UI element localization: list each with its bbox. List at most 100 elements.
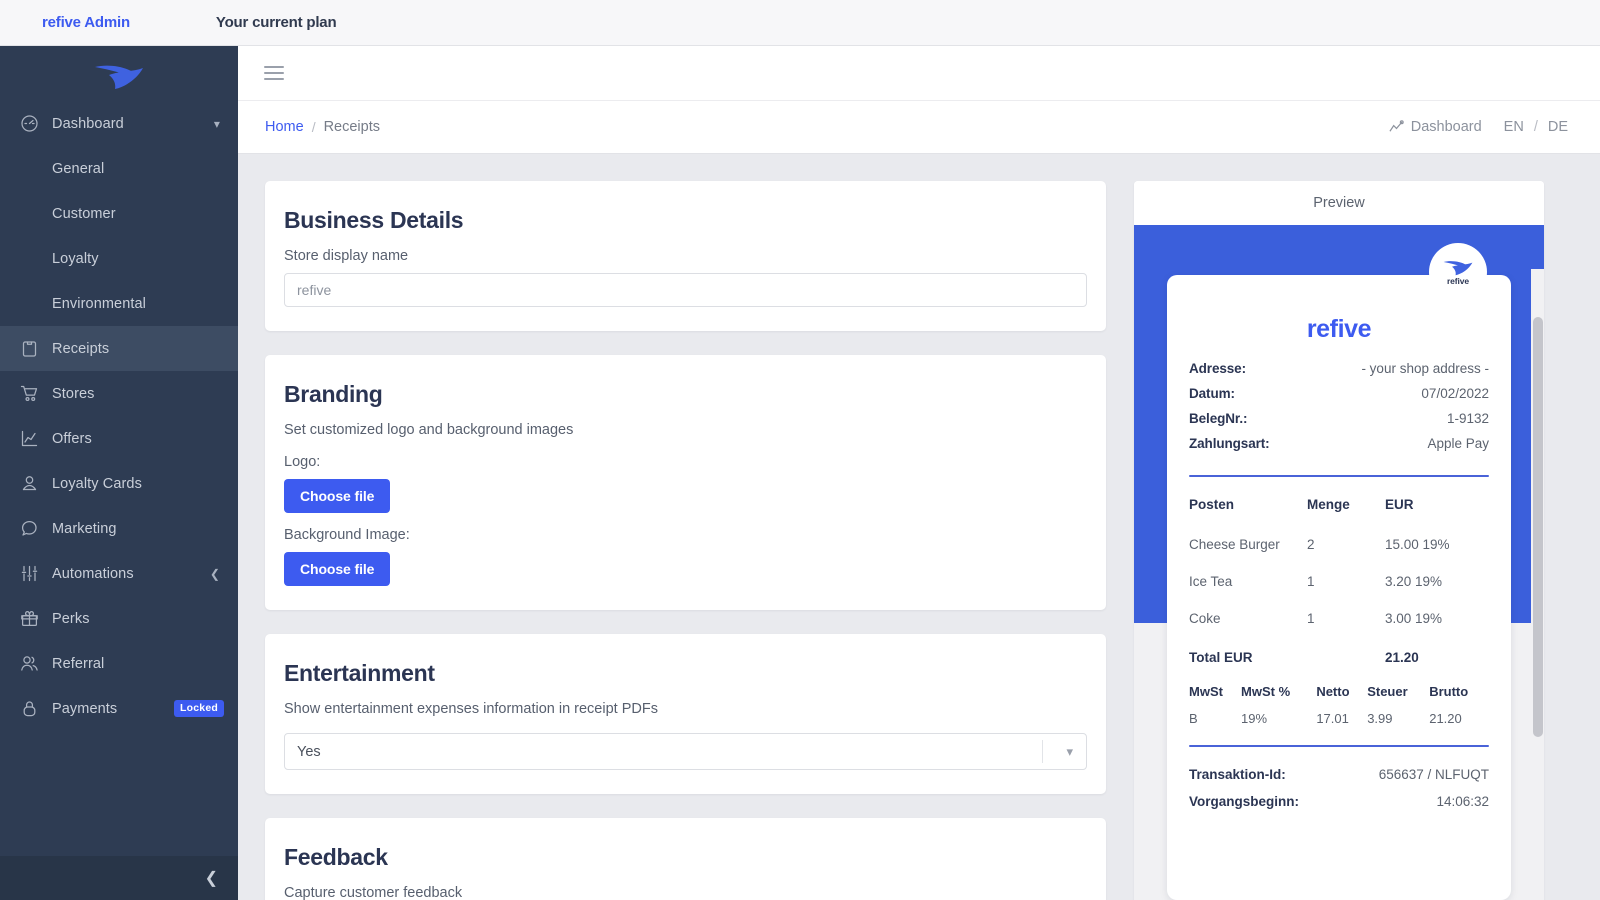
entertainment-subtitle: Show entertainment expenses information … <box>284 701 658 717</box>
sidebar-item-marketing[interactable]: Marketing <box>0 506 238 551</box>
top-bar: refive Admin Your current plan <box>0 0 1600 46</box>
receipt-footer-row: Vorgangsbeginn: 14:06:32 <box>1189 788 1489 815</box>
receipt-item-row: Cheese Burger 2 15.00 19% <box>1189 528 1489 565</box>
users-icon <box>17 652 41 676</box>
content-area: Business Details Store display name Bran… <box>238 155 1600 900</box>
sidebar-item-loyalty-cards[interactable]: Loyalty Cards <box>0 461 238 506</box>
receipt-total-row: Total EUR 21.20 <box>1189 639 1489 678</box>
refive-bird-logo-icon <box>1443 260 1473 275</box>
receipt-meta-row: Datum: 07/02/2022 <box>1189 381 1489 406</box>
background-choose-file-button[interactable]: Choose file <box>284 552 391 586</box>
receipt-items-body: Cheese Burger 2 15.00 19% Ice Tea 1 3.20 19% C… <box>1189 528 1489 678</box>
receipt-item-name: Ice Tea <box>1189 574 1233 589</box>
sidebar-item-label: Dashboard <box>52 115 124 132</box>
entertainment-title: Entertainment <box>284 660 435 686</box>
logo-choose-file-button[interactable]: Choose file <box>284 479 391 513</box>
sidebar-item-receipts[interactable]: Receipts <box>0 326 238 371</box>
header-bar <box>238 46 1600 101</box>
current-plan-label[interactable]: Your current plan <box>216 14 337 31</box>
receipt-item-name: Coke <box>1189 611 1221 626</box>
lock-icon <box>17 697 41 721</box>
background-image-label: Background Image: <box>284 527 410 543</box>
receipt-footer-value: 14:06:32 <box>1436 794 1489 809</box>
business-details-title: Business Details <box>284 207 464 233</box>
receipt-meta-row: BelegNr.: 1-9132 <box>1189 406 1489 431</box>
chevron-left-icon: ❮ <box>204 870 218 887</box>
sidebar-nav: Dashboard ▾ General Customer Loyalty Environm… <box>0 101 238 731</box>
sidebar-item-stores[interactable]: Stores <box>0 371 238 416</box>
card-business-details: Business Details Store display name <box>265 181 1106 331</box>
branding-subtitle: Set customized logo and background image… <box>284 422 574 438</box>
card-feedback: Feedback Capture customer feedback <box>265 818 1106 900</box>
lang-en-link[interactable]: EN <box>1504 119 1524 135</box>
sidebar-item-payments[interactable]: Payments Locked <box>0 686 238 731</box>
hamburger-icon[interactable] <box>264 62 290 84</box>
card-entertainment: Entertainment Show entertainment expense… <box>265 634 1106 794</box>
sidebar-item-customer[interactable]: Customer <box>0 191 238 236</box>
status-badge: Locked <box>174 700 224 717</box>
chevron-left-icon[interactable]: ❮ <box>210 568 220 580</box>
clipboard-icon <box>17 337 41 361</box>
gift-icon <box>17 607 41 631</box>
sidebar: Dashboard ▾ General Customer Loyalty Environm… <box>0 46 238 900</box>
entertainment-select-wrap: Yes ▾ <box>284 733 1087 770</box>
receipt-meta-value: 1-9132 <box>1446 411 1489 426</box>
receipt-items-header-cell: Menge <box>1307 497 1350 512</box>
receipt-item-amount: 15.00 19% <box>1385 537 1450 552</box>
settings-column: Business Details Store display name Bran… <box>265 181 1106 900</box>
receipt-items-table: Posten Menge EUR Cheese Burger 2 15.00 19% Ic… <box>1189 491 1489 678</box>
preview-scrollbar-track[interactable] <box>1531 269 1544 900</box>
chart-line-icon <box>17 427 41 451</box>
lang-de-link[interactable]: DE <box>1548 119 1568 135</box>
receipt-total-label: Total EUR <box>1189 650 1253 665</box>
receipt-meta-key: Datum: <box>1189 386 1235 401</box>
entertainment-select[interactable]: Yes <box>284 733 1087 770</box>
breadcrumb-home-link[interactable]: Home <box>265 119 304 135</box>
lang-separator: / <box>1533 119 1538 135</box>
receipt-meta-row: Zahlungsart: Apple Pay <box>1189 431 1489 456</box>
receipt-item-qty: 1 <box>1307 611 1315 626</box>
sidebar-item-general[interactable]: General <box>0 146 238 191</box>
receipt-logo-badge: refive <box>1429 243 1487 301</box>
receipt-tax-header-cell: Brutto <box>1429 684 1469 699</box>
dashboard-quick-link-label: Dashboard <box>1410 119 1482 135</box>
receipt-tax-body: B 19% 17.01 3.99 21.20 <box>1189 711 1489 726</box>
receipt-tax-header-cell: Netto <box>1316 684 1350 699</box>
receipt-items-header-row: Posten Menge EUR <box>1189 491 1489 528</box>
receipt-meta-key: BelegNr.: <box>1189 411 1248 426</box>
sidebar-item-offers[interactable]: Offers <box>0 416 238 461</box>
sidebar-collapse-button[interactable]: ❮ <box>0 856 238 900</box>
logo-label: Logo: <box>284 454 321 470</box>
breadcrumb-separator: / <box>311 119 316 135</box>
receipt-tax-header-cell: Steuer <box>1367 684 1408 699</box>
sidebar-item-referral[interactable]: Referral <box>0 641 238 686</box>
chevron-down-icon: ▾ <box>1066 743 1073 759</box>
preview-tab[interactable]: Preview <box>1134 181 1544 225</box>
sidebar-item-label: Offers <box>52 430 92 447</box>
receipt-item-amount: 3.20 19% <box>1385 574 1443 589</box>
chevron-down-icon[interactable]: ▾ <box>214 118 220 130</box>
sidebar-item-environmental[interactable]: Environmental <box>0 281 238 326</box>
sidebar-item-automations[interactable]: Automations ❮ <box>0 551 238 596</box>
gauge-icon <box>17 112 41 136</box>
sidebar-item-perks[interactable]: Perks <box>0 596 238 641</box>
sidebar-item-loyalty[interactable]: Loyalty <box>0 236 238 281</box>
preview-column: Preview refive refive Adresse: - your sh… <box>1134 181 1574 900</box>
receipt-total-value: 21.20 <box>1385 650 1419 665</box>
receipt-footer-list: Transaktion-Id: 656637 / NLFUQT Vorgangsbe… <box>1189 761 1489 815</box>
sidebar-item-label: Customer <box>52 205 116 222</box>
receipt-items-header-cell: Posten <box>1189 497 1235 512</box>
app-brand[interactable]: refive Admin <box>42 14 130 31</box>
receipt-footer-key: Vorgangsbeginn: <box>1189 794 1299 809</box>
sidebar-item-label: Stores <box>52 385 95 402</box>
main-area: Home / Receipts Dashboard EN / DE Busine… <box>238 46 1600 900</box>
store-display-name-input[interactable] <box>284 273 1087 307</box>
sidebar-item-dashboard[interactable]: Dashboard ▾ <box>0 101 238 146</box>
receipt-tax-header-cell: MwSt % <box>1241 684 1291 699</box>
sidebar-logo[interactable] <box>0 46 238 101</box>
dashboard-quick-link[interactable]: Dashboard <box>1389 119 1482 135</box>
receipt-divider-bottom <box>1189 745 1489 747</box>
sidebar-item-label: Automations <box>52 565 134 582</box>
receipt-tax-brutto: 21.20 <box>1429 711 1462 726</box>
preview-scrollbar-thumb[interactable] <box>1533 317 1543 737</box>
